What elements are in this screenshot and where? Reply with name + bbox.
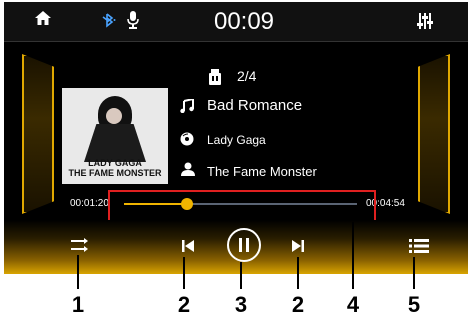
person-icon (181, 162, 195, 176)
home-icon[interactable] (34, 10, 52, 26)
callout-line-3 (240, 262, 242, 289)
callout-line-2a (183, 257, 185, 289)
previous-icon (182, 240, 194, 252)
artist-disc-icon (180, 132, 194, 146)
callout-number-4: 4 (346, 292, 360, 317)
callout-number-3: 3 (234, 292, 248, 317)
previous-button[interactable] (176, 234, 200, 258)
song-title: Bad Romance (207, 97, 303, 114)
album-name: The Fame Monster (207, 164, 317, 179)
callout-number-2: 2 (177, 292, 191, 317)
artist-name: Lady Gaga (207, 133, 266, 147)
album-art-body (84, 124, 146, 162)
control-bar (4, 220, 468, 274)
callout-line-2b (297, 257, 299, 289)
album-art-line1: LADY GAGA (88, 158, 142, 168)
clock: 00:09 (213, 8, 275, 35)
storage-device-icon (209, 69, 221, 85)
callout-number-1: 1 (71, 292, 85, 317)
next-icon (292, 240, 304, 252)
playlist-icon (409, 239, 429, 253)
callout-highlight-box (108, 190, 376, 222)
bluetooth-icon (102, 13, 116, 28)
right-side-panel (418, 54, 450, 214)
track-position: 2/4 (237, 68, 257, 84)
playlist-button[interactable] (407, 234, 431, 258)
shuffle-icon (71, 238, 88, 252)
pause-icon (239, 238, 249, 252)
left-side-panel (22, 54, 54, 214)
album-art: LADY GAGA THE FAME MONSTER (62, 88, 168, 184)
callout-number-5: 5 (407, 292, 421, 317)
callout-line-5 (413, 257, 415, 289)
microphone-icon (127, 11, 139, 29)
next-button[interactable] (286, 234, 310, 258)
album-art-face (106, 108, 122, 124)
album-art-line2: THE FAME MONSTER (68, 168, 162, 178)
media-player-screen: 00:09 LADY GAGA THE FAME MONSTER 2/4 Bad… (4, 2, 468, 274)
callout-number-2b: 2 (291, 292, 305, 317)
music-note-icon (180, 99, 194, 113)
equalizer-icon[interactable] (417, 12, 433, 30)
play-pause-button[interactable] (227, 228, 261, 262)
callout-line-1 (77, 255, 79, 289)
status-bar: 00:09 (4, 2, 468, 42)
callout-line-4 (352, 222, 354, 289)
shuffle-button[interactable] (68, 234, 94, 256)
elapsed-time: 00:01:20 (70, 198, 109, 209)
